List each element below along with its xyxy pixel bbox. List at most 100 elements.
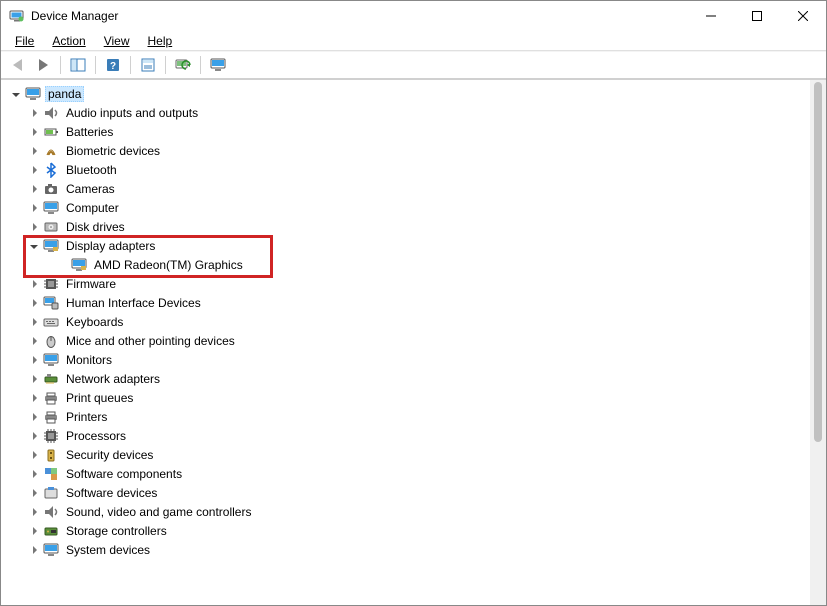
expander[interactable] [27, 353, 41, 367]
scrollbar-thumb[interactable] [814, 82, 822, 442]
minimize-button[interactable] [688, 1, 734, 31]
audio-icon [43, 105, 59, 121]
tree-node-label: Storage controllers [63, 523, 170, 539]
window-title: Device Manager [31, 9, 118, 23]
tree-node-batteries[interactable]: Batteries [7, 122, 810, 141]
disk-icon [43, 219, 59, 235]
tree-node-storage[interactable]: Storage controllers [7, 521, 810, 540]
device-tree[interactable]: panda Audio inputs and outputs Batteries… [1, 80, 810, 605]
expander[interactable] [27, 448, 41, 462]
menu-file[interactable]: File [7, 32, 42, 50]
expander[interactable] [27, 486, 41, 500]
expander[interactable] [27, 201, 41, 215]
menu-view[interactable]: View [96, 32, 138, 50]
tree-node-printers[interactable]: Printers [7, 407, 810, 426]
firmware-icon [43, 276, 59, 292]
expander[interactable] [27, 296, 41, 310]
expander[interactable] [27, 182, 41, 196]
storage-controller-icon [43, 523, 59, 539]
toolbar: ? [1, 51, 826, 79]
tree-node-printq[interactable]: Print queues [7, 388, 810, 407]
tree-node-swdevices[interactable]: Software devices [7, 483, 810, 502]
expander[interactable] [27, 125, 41, 139]
tree-node-computer[interactable]: Computer [7, 198, 810, 217]
tree-node-sound[interactable]: Sound, video and game controllers [7, 502, 810, 521]
tree-node-label: Disk drives [63, 219, 128, 235]
vertical-scrollbar[interactable] [810, 80, 826, 605]
chevron-right-icon [33, 546, 37, 554]
app-icon [9, 8, 25, 24]
expander[interactable] [27, 277, 41, 291]
arrow-right-icon [39, 59, 48, 71]
expander[interactable] [27, 334, 41, 348]
tree-node-swcomponents[interactable]: Software components [7, 464, 810, 483]
expander[interactable] [27, 467, 41, 481]
chevron-right-icon [33, 356, 37, 364]
properties-button[interactable] [136, 54, 160, 76]
scan-hardware-button[interactable] [171, 54, 195, 76]
tree-node-bluetooth[interactable]: Bluetooth [7, 160, 810, 179]
expander[interactable] [27, 315, 41, 329]
tree-node-label: Mice and other pointing devices [63, 333, 238, 349]
tree-node-keyboards[interactable]: Keyboards [7, 312, 810, 331]
tree-node-cameras[interactable]: Cameras [7, 179, 810, 198]
close-button[interactable] [780, 1, 826, 31]
forward-button[interactable] [31, 54, 55, 76]
expander[interactable] [27, 372, 41, 386]
expander[interactable] [27, 429, 41, 443]
tree-node-system[interactable]: System devices [7, 540, 810, 559]
expander[interactable] [27, 163, 41, 177]
display-adapter-icon [71, 257, 87, 273]
hid-icon [43, 295, 59, 311]
chevron-right-icon [33, 375, 37, 383]
tree-node-display[interactable]: Display adapters [7, 236, 810, 255]
tree-node-network[interactable]: Network adapters [7, 369, 810, 388]
show-hide-console-button[interactable] [66, 54, 90, 76]
monitor-icon [210, 57, 226, 73]
software-devices-icon [43, 485, 59, 501]
expander[interactable] [27, 410, 41, 424]
expander[interactable] [27, 524, 41, 538]
tree-node-label: Display adapters [63, 238, 158, 254]
camera-icon [43, 181, 59, 197]
tree-node-processors[interactable]: Processors [7, 426, 810, 445]
arrow-left-icon [13, 59, 22, 71]
expander[interactable] [27, 239, 41, 253]
tree-node-label: Sound, video and game controllers [63, 504, 254, 520]
content-area: panda Audio inputs and outputs Batteries… [1, 79, 826, 605]
tree-node-label: System devices [63, 542, 153, 558]
chevron-right-icon [33, 451, 37, 459]
tree-node-display-child[interactable]: AMD Radeon(TM) Graphics [7, 255, 810, 274]
tree-node-disk[interactable]: Disk drives [7, 217, 810, 236]
console-tree-icon [70, 57, 86, 73]
expander[interactable] [27, 543, 41, 557]
expander[interactable] [27, 505, 41, 519]
tree-node-hid[interactable]: Human Interface Devices [7, 293, 810, 312]
tree-node-label: Monitors [63, 352, 115, 368]
tree-node-security[interactable]: Security devices [7, 445, 810, 464]
menu-help[interactable]: Help [140, 32, 181, 50]
scan-hardware-icon [175, 57, 191, 73]
devices-and-printers-button[interactable] [206, 54, 230, 76]
tree-node-label: AMD Radeon(TM) Graphics [91, 257, 246, 273]
tree-root[interactable]: panda [7, 84, 810, 103]
tree-node-monitors[interactable]: Monitors [7, 350, 810, 369]
expander[interactable] [27, 220, 41, 234]
maximize-button[interactable] [734, 1, 780, 31]
chevron-right-icon [33, 185, 37, 193]
help-button[interactable]: ? [101, 54, 125, 76]
tree-node-firmware[interactable]: Firmware [7, 274, 810, 293]
expander[interactable] [9, 87, 23, 101]
tree-node-biometric[interactable]: Biometric devices [7, 141, 810, 160]
system-devices-icon [43, 542, 59, 558]
tree-node-mice[interactable]: Mice and other pointing devices [7, 331, 810, 350]
menu-action[interactable]: Action [44, 32, 93, 50]
expander[interactable] [27, 144, 41, 158]
expander[interactable] [27, 106, 41, 120]
expander[interactable] [27, 391, 41, 405]
chevron-down-icon [12, 93, 20, 97]
bluetooth-icon [43, 162, 59, 178]
back-button[interactable] [5, 54, 29, 76]
tree-node-audio[interactable]: Audio inputs and outputs [7, 103, 810, 122]
tree-node-label: Security devices [63, 447, 156, 463]
